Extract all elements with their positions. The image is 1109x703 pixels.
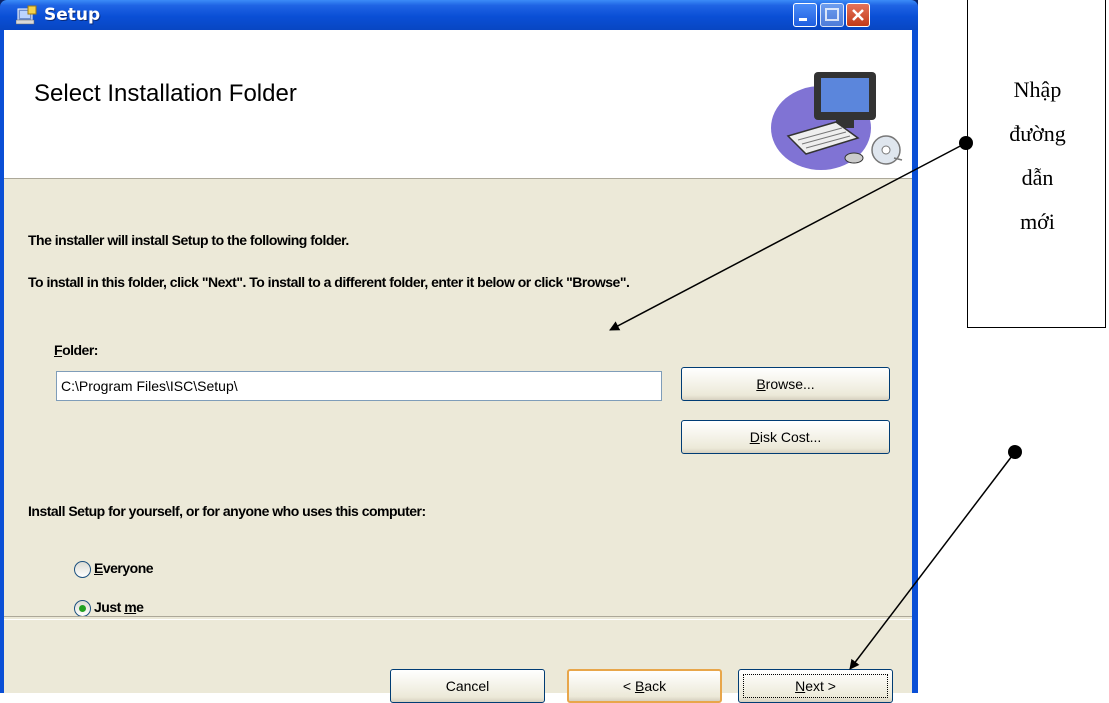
next-button[interactable]: Next > — [738, 669, 893, 703]
intro-line-2: To install in this folder, click "Next".… — [28, 274, 630, 290]
radio-justme-post: e — [136, 599, 144, 615]
annotation-callout-box: Nhập đường dẫn mới — [967, 0, 1106, 328]
callout-line: Nhập — [1013, 77, 1062, 102]
diskcost-rest: isk Cost... — [759, 429, 822, 445]
back-pre: < — [622, 678, 635, 694]
radio-justme-accel: m — [124, 599, 137, 615]
computer-illustration-icon — [771, 72, 903, 170]
title-bar[interactable]: Setup — [0, 0, 918, 30]
footer-divider — [4, 616, 912, 620]
folder-label: Folder: — [54, 342, 98, 358]
callout-line: dẫn — [1021, 165, 1054, 190]
radio-everyone[interactable]: Everyone — [74, 560, 154, 578]
maximize-icon — [825, 8, 839, 21]
radio-just-me[interactable]: Just me — [74, 599, 144, 617]
maximize-button — [820, 3, 844, 27]
browse-rest: rowse... — [765, 376, 815, 392]
install-for-label: Install Setup for yourself, or for anyon… — [28, 503, 426, 519]
intro-line-1: The installer will install Setup to the … — [28, 232, 349, 248]
callout-text: Nhập đường dẫn mới — [968, 68, 1107, 244]
folder-label-accel: F — [54, 342, 63, 358]
radio-unchecked-icon[interactable] — [74, 560, 91, 578]
callout-line: đường — [1009, 121, 1066, 146]
browse-button[interactable]: Browse... — [681, 367, 890, 401]
close-button[interactable] — [846, 3, 870, 27]
radio-checked-icon[interactable] — [74, 599, 91, 617]
focus-rectangle — [743, 674, 888, 698]
cancel-button[interactable]: Cancel — [390, 669, 545, 703]
folder-label-rest: older: — [62, 342, 98, 358]
close-icon — [852, 9, 864, 21]
minimize-icon — [799, 18, 807, 21]
radio-everyone-accel: E — [94, 560, 103, 576]
browse-accel: B — [756, 376, 766, 392]
window-title: Setup — [44, 5, 101, 25]
radio-justme-pre: Just — [94, 599, 125, 615]
header-banner: Select Installation Folder — [4, 30, 912, 179]
back-button[interactable]: < Back — [567, 669, 722, 703]
setup-window: Setup Select Installation Folder The ins… — [0, 0, 918, 703]
radio-everyone-rest: veryone — [102, 560, 154, 576]
dialog-body: Select Installation Folder The installer… — [0, 30, 918, 703]
disk-cost-button[interactable]: Disk Cost... — [681, 420, 890, 454]
back-accel: B — [634, 678, 645, 694]
minimize-button[interactable] — [793, 3, 817, 27]
arrow-dot-icon — [1008, 445, 1022, 459]
callout-line: mới — [1020, 209, 1055, 234]
page-title: Select Installation Folder — [34, 80, 297, 107]
setup-app-icon — [16, 5, 37, 25]
folder-path-input[interactable] — [56, 371, 662, 401]
back-rest: ack — [644, 678, 667, 694]
diskcost-accel: D — [749, 429, 760, 445]
